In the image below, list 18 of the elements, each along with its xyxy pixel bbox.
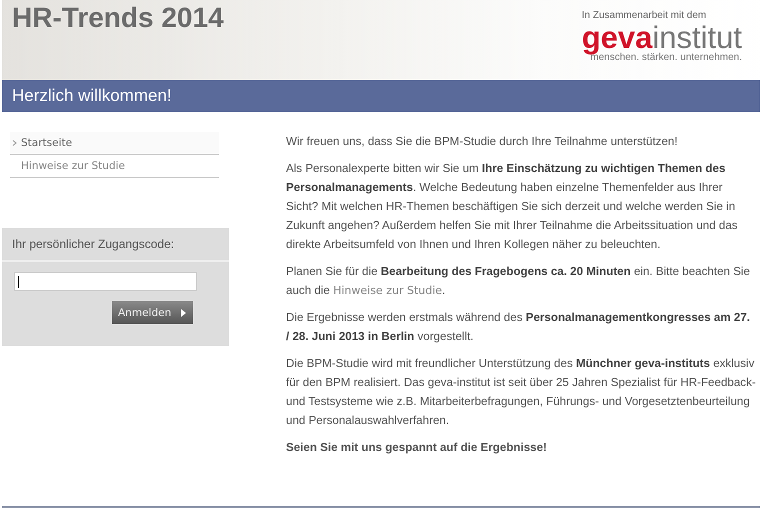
- paragraph: Die Ergebnisse werden erstmals während des Personalmanagementkongresses am 27. / 28. Juni 2013 in Berlin vorgestellt.: [286, 310, 751, 345]
- hinweise-link[interactable]: Hinweise zur Studie: [333, 284, 442, 297]
- chevron-icon: [12, 140, 17, 146]
- nav-item[interactable]: Hinweise zur Studie: [10, 155, 219, 178]
- login-button[interactable]: Anmelden: [112, 301, 193, 324]
- partner-note: In Zusammenarbeit mit dem: [582, 10, 708, 21]
- nav-item[interactable]: Startseite: [10, 132, 219, 155]
- play-arrow-icon: [181, 308, 186, 316]
- paragraph: Die BPM-Studie wird mit freundlicher Unterstützung des Münchner geva-instituts exklusiv für den BPM realisiert. Das geva-institut ist seit über 25 Jahren Spezialist für HR-Feedback- und Testsysteme wie z.B. Mitarbeiterbefragungen, Führungs- und Vorgesetztenbeurteilung und Personalauswahlverfahren.: [286, 356, 756, 429]
- paragraph: Planen Sie für die Bearbeitung des Fragebogens ca. 20 Minuten ein. Bitte beachten Sie auch die Hinweise zur Studie.: [286, 264, 751, 299]
- closing-line: Seien Sie mit uns gespannt auf die Ergebnisse!: [286, 440, 548, 456]
- access-code-field[interactable]: [14, 272, 197, 291]
- paragraph: Als Personalexperte bitten wir Sie um Ihre Einschätzung zu wichtigen Themen des Personalmanagements. Welche Bedeutung haben einzelne Themenfelder aus Ihrer Sicht? Mit welchen HR-Themen beschäftigen Sie sich derzeit und welche werden Sie in Zukunft angehen? Außerdem helfen Sie mit Ihrer Teilnahme die Arbeitssituation und das direkte Arbeitsumfeld von Ihnen und Ihren Kollegen näher zu beleuchten.: [286, 161, 739, 253]
- welcome-banner: Herzlich willkommen!: [2, 80, 760, 112]
- paragraph: Wir freuen uns, dass Sie die BPM-Studie durch Ihre Teilnahme unterstützen!: [286, 134, 679, 150]
- site-title: HR-Trends 2014: [11, 1, 224, 34]
- partner-logo: gevainstitut menschen. stärken. unternehmen.: [582, 23, 742, 63]
- access-code-label: Ihr persönlicher Zugangscode:: [2, 228, 229, 262]
